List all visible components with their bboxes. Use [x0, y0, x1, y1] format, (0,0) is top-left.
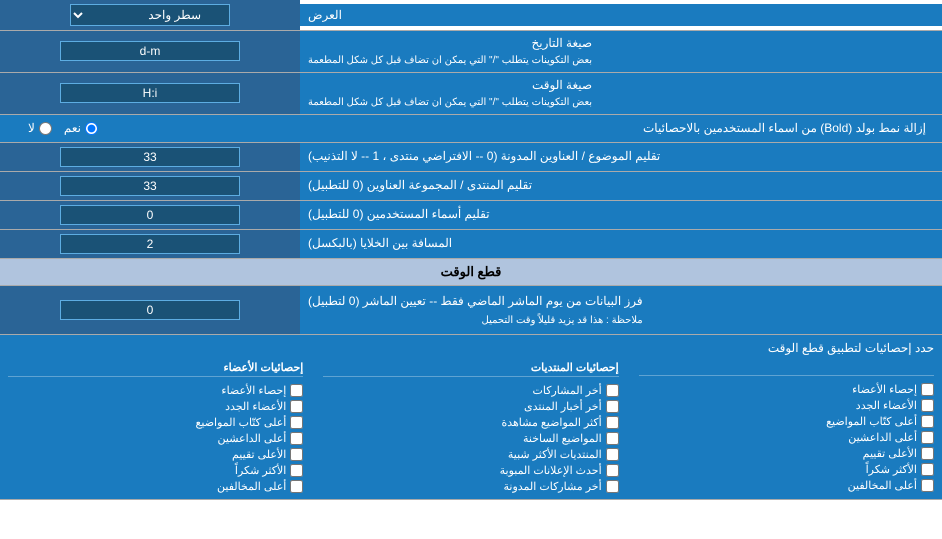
col1-header: [639, 361, 934, 376]
checkbox-top-writers[interactable]: [921, 415, 934, 428]
list-item: المنتديات الأكثر شبية: [323, 448, 618, 461]
time-filter-input[interactable]: [60, 300, 240, 320]
checkbox-top-rated-2[interactable]: [290, 448, 303, 461]
list-item: الأكثر شكراً: [639, 463, 934, 476]
time-filter-input-container: [0, 286, 300, 334]
checkbox-top-violators-2[interactable]: [290, 480, 303, 493]
checkbox-most-viewed[interactable]: [606, 416, 619, 429]
date-format-input-container: [0, 31, 300, 72]
list-item: أحدث الإعلانات المبوبة: [323, 464, 618, 477]
checkbox-most-thanked[interactable]: [921, 463, 934, 476]
list-item: المواضيع الساخنة: [323, 432, 618, 445]
checkbox-stats-members[interactable]: [921, 383, 934, 396]
checkbox-top-posters[interactable]: [921, 431, 934, 444]
users-names-input[interactable]: [60, 205, 240, 225]
time-filter-row: فرز البيانات من يوم الماشر الماضي فقط --…: [0, 286, 942, 335]
checkbox-new-members-2[interactable]: [290, 400, 303, 413]
checkbox-top-rated[interactable]: [921, 447, 934, 460]
display-row: العرض سطر واحد سطرين ثلاثة أسطر: [0, 0, 942, 31]
topic-address-row: تقليم الموضوع / العناوين المدونة (0 -- ا…: [0, 143, 942, 172]
list-item: الأكثر شكراً: [8, 464, 303, 477]
checkbox-hot-topics[interactable]: [606, 432, 619, 445]
col2-header: إحصائيات المنتديات: [323, 361, 618, 377]
display-label: العرض: [300, 4, 942, 26]
time-format-label: صيغة الوقت بعض التكوينات يتطلب "/" التي …: [300, 73, 942, 114]
list-item: أخر أخبار المنتدى: [323, 400, 618, 413]
main-container: العرض سطر واحد سطرين ثلاثة أسطر صيغة الت…: [0, 0, 942, 500]
list-item: أكثر المواضيع مشاهدة: [323, 416, 618, 429]
bold-remove-options: نعم لا: [8, 121, 98, 135]
list-item: الأعلى تقييم: [639, 447, 934, 460]
checkbox-top-posters-2[interactable]: [290, 432, 303, 445]
forum-address-row: تقليم المنتدى / المجموعة العناوين (0 للت…: [0, 172, 942, 201]
list-item: أعلى الداعشين: [8, 432, 303, 445]
gap-cells-row: المسافة بين الخلايا (بالبكسل): [0, 230, 942, 259]
bold-remove-no[interactable]: لا: [28, 121, 52, 135]
checkboxes-section: حدد إحصائيات لتطبيق قطع الوقت إحصاء الأع…: [0, 335, 942, 500]
time-section-header: قطع الوقت: [0, 259, 942, 286]
display-select[interactable]: سطر واحد سطرين ثلاثة أسطر: [70, 4, 230, 26]
bold-remove-yes[interactable]: نعم: [64, 121, 98, 135]
list-item: الأعضاء الجدد: [639, 399, 934, 412]
checkbox-new-members[interactable]: [921, 399, 934, 412]
checkbox-blog-posts[interactable]: [606, 480, 619, 493]
list-item: أخر مشاركات المدونة: [323, 480, 618, 493]
list-item: إحصاء الأعضاء: [639, 383, 934, 396]
users-names-row: تقليم أسماء المستخدمين (0 للتطبيل): [0, 201, 942, 230]
checkbox-forum-news[interactable]: [606, 400, 619, 413]
display-select-container: سطر واحد سطرين ثلاثة أسطر: [0, 0, 300, 30]
time-format-input-container: [0, 73, 300, 114]
checkboxes-header: حدد إحصائيات لتطبيق قطع الوقت: [8, 341, 934, 355]
users-names-input-container: [0, 201, 300, 229]
list-item: أعلى كتّاب المواضيع: [639, 415, 934, 428]
checkbox-recent-posts[interactable]: [606, 384, 619, 397]
col3-header: إحصائيات الأعضاء: [8, 361, 303, 377]
date-format-input[interactable]: [60, 41, 240, 61]
list-item: أخر المشاركات: [323, 384, 618, 397]
forum-address-input[interactable]: [60, 176, 240, 196]
checkbox-col-2: إحصائيات المنتديات أخر المشاركات أخر أخب…: [323, 361, 618, 493]
checkbox-col-3: إحصائيات الأعضاء إحصاء الأعضاء الأعضاء ا…: [8, 361, 303, 493]
bold-remove-row: إزالة نمط بولد (Bold) من اسماء المستخدمي…: [0, 115, 942, 143]
topic-address-input[interactable]: [60, 147, 240, 167]
checkbox-latest-ads[interactable]: [606, 464, 619, 477]
gap-cells-input-container: [0, 230, 300, 258]
list-item: الأعلى تقييم: [8, 448, 303, 461]
checkboxes-grid: إحصاء الأعضاء الأعضاء الجدد أعلى كتّاب ا…: [8, 361, 934, 493]
list-item: أعلى الداعشين: [639, 431, 934, 444]
list-item: أعلى كتّاب المواضيع: [8, 416, 303, 429]
list-item: إحصاء الأعضاء: [8, 384, 303, 397]
gap-cells-input[interactable]: [60, 234, 240, 254]
checkbox-top-writers-2[interactable]: [290, 416, 303, 429]
date-format-label: صيغة التاريخ بعض التكوينات يتطلب "/" الت…: [300, 31, 942, 72]
checkbox-most-thanked-2[interactable]: [290, 464, 303, 477]
checkbox-members-stats[interactable]: [290, 384, 303, 397]
checkbox-most-forums[interactable]: [606, 448, 619, 461]
list-item: أعلى المخالفين: [639, 479, 934, 492]
topic-address-input-container: [0, 143, 300, 171]
checkbox-top-violators[interactable]: [921, 479, 934, 492]
time-filter-label: فرز البيانات من يوم الماشر الماضي فقط --…: [300, 286, 942, 334]
forum-address-input-container: [0, 172, 300, 200]
time-format-row: صيغة الوقت بعض التكوينات يتطلب "/" التي …: [0, 73, 942, 115]
list-item: الأعضاء الجدد: [8, 400, 303, 413]
date-format-row: صيغة التاريخ بعض التكوينات يتطلب "/" الت…: [0, 31, 942, 73]
checkbox-col-1: إحصاء الأعضاء الأعضاء الجدد أعلى كتّاب ا…: [639, 361, 934, 493]
list-item: أعلى المخالفين: [8, 480, 303, 493]
time-format-input[interactable]: [60, 83, 240, 103]
